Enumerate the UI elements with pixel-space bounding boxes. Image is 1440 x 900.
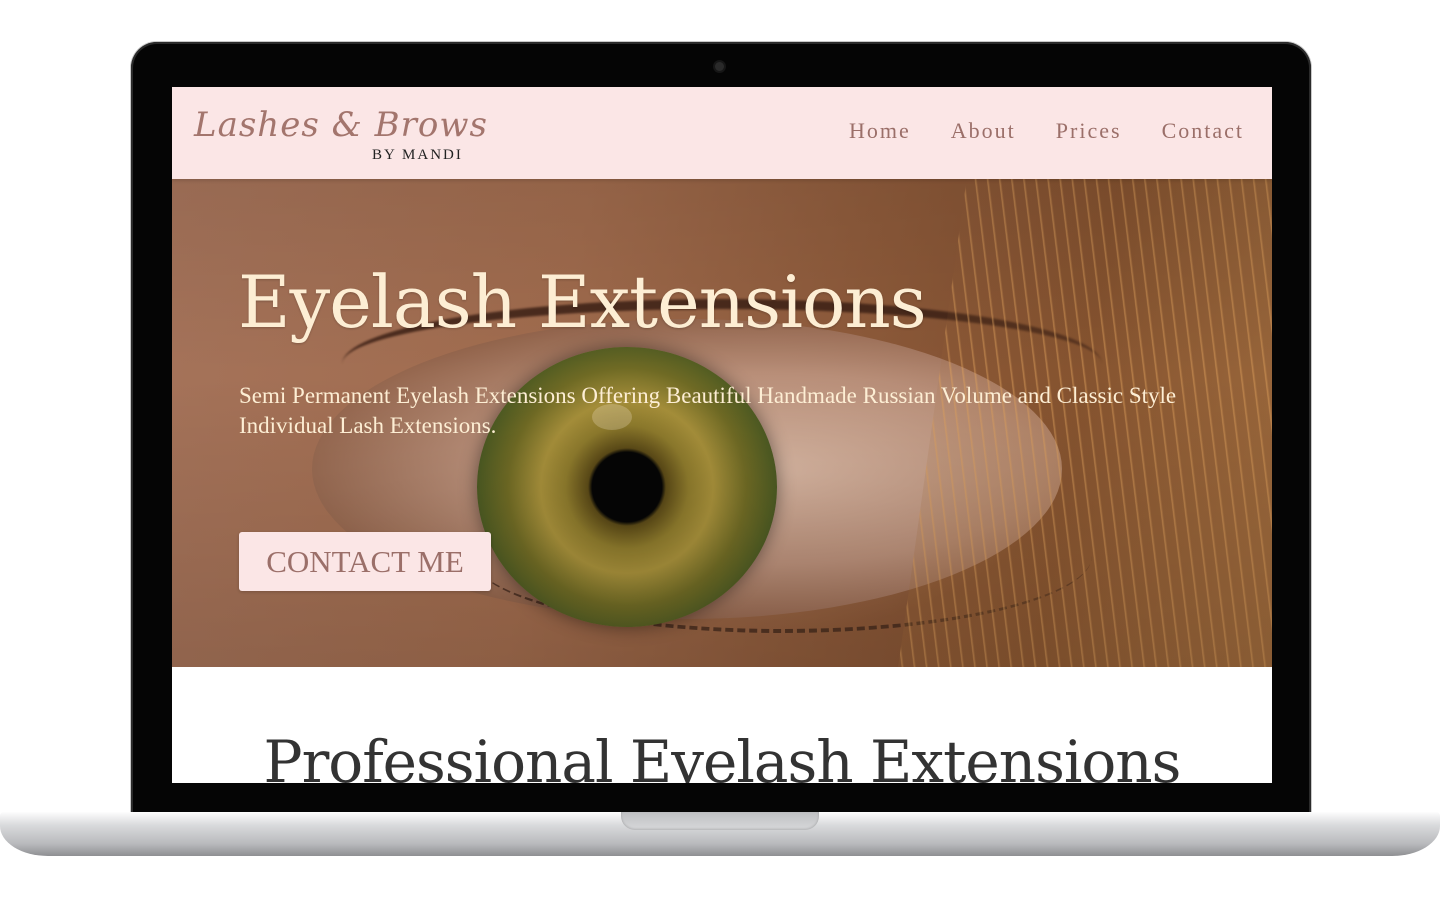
nav-contact[interactable]: Contact — [1162, 118, 1244, 144]
nav-prices[interactable]: Prices — [1056, 118, 1122, 144]
laptop-screen: Lashes & Brows BY MANDI Home About Price… — [172, 87, 1272, 783]
hero-title: Eyelash Extensions — [238, 260, 927, 344]
brand-logo-script: Lashes & Brows — [194, 105, 488, 145]
laptop-mockup: Lashes & Brows BY MANDI Home About Price… — [0, 0, 1440, 900]
contact-me-button[interactable]: CONTACT ME — [239, 532, 491, 591]
brand-logo[interactable]: Lashes & Brows BY MANDI — [194, 105, 487, 167]
brand-logo-subtitle: BY MANDI — [372, 147, 463, 163]
section-heading: Professional Eyelash Extensions — [263, 728, 1182, 783]
main-nav: Home About Prices Contact — [849, 118, 1244, 144]
hero-section: Eyelash Extensions Semi Permanent Eyelas… — [172, 179, 1272, 667]
nav-about[interactable]: About — [951, 118, 1016, 144]
site-header: Lashes & Brows BY MANDI Home About Price… — [172, 87, 1272, 179]
webcam — [715, 62, 724, 71]
nav-home[interactable]: Home — [849, 118, 911, 144]
hero-subtitle: Semi Permanent Eyelash Extensions Offeri… — [239, 383, 1177, 438]
laptop-base-notch — [621, 812, 819, 830]
